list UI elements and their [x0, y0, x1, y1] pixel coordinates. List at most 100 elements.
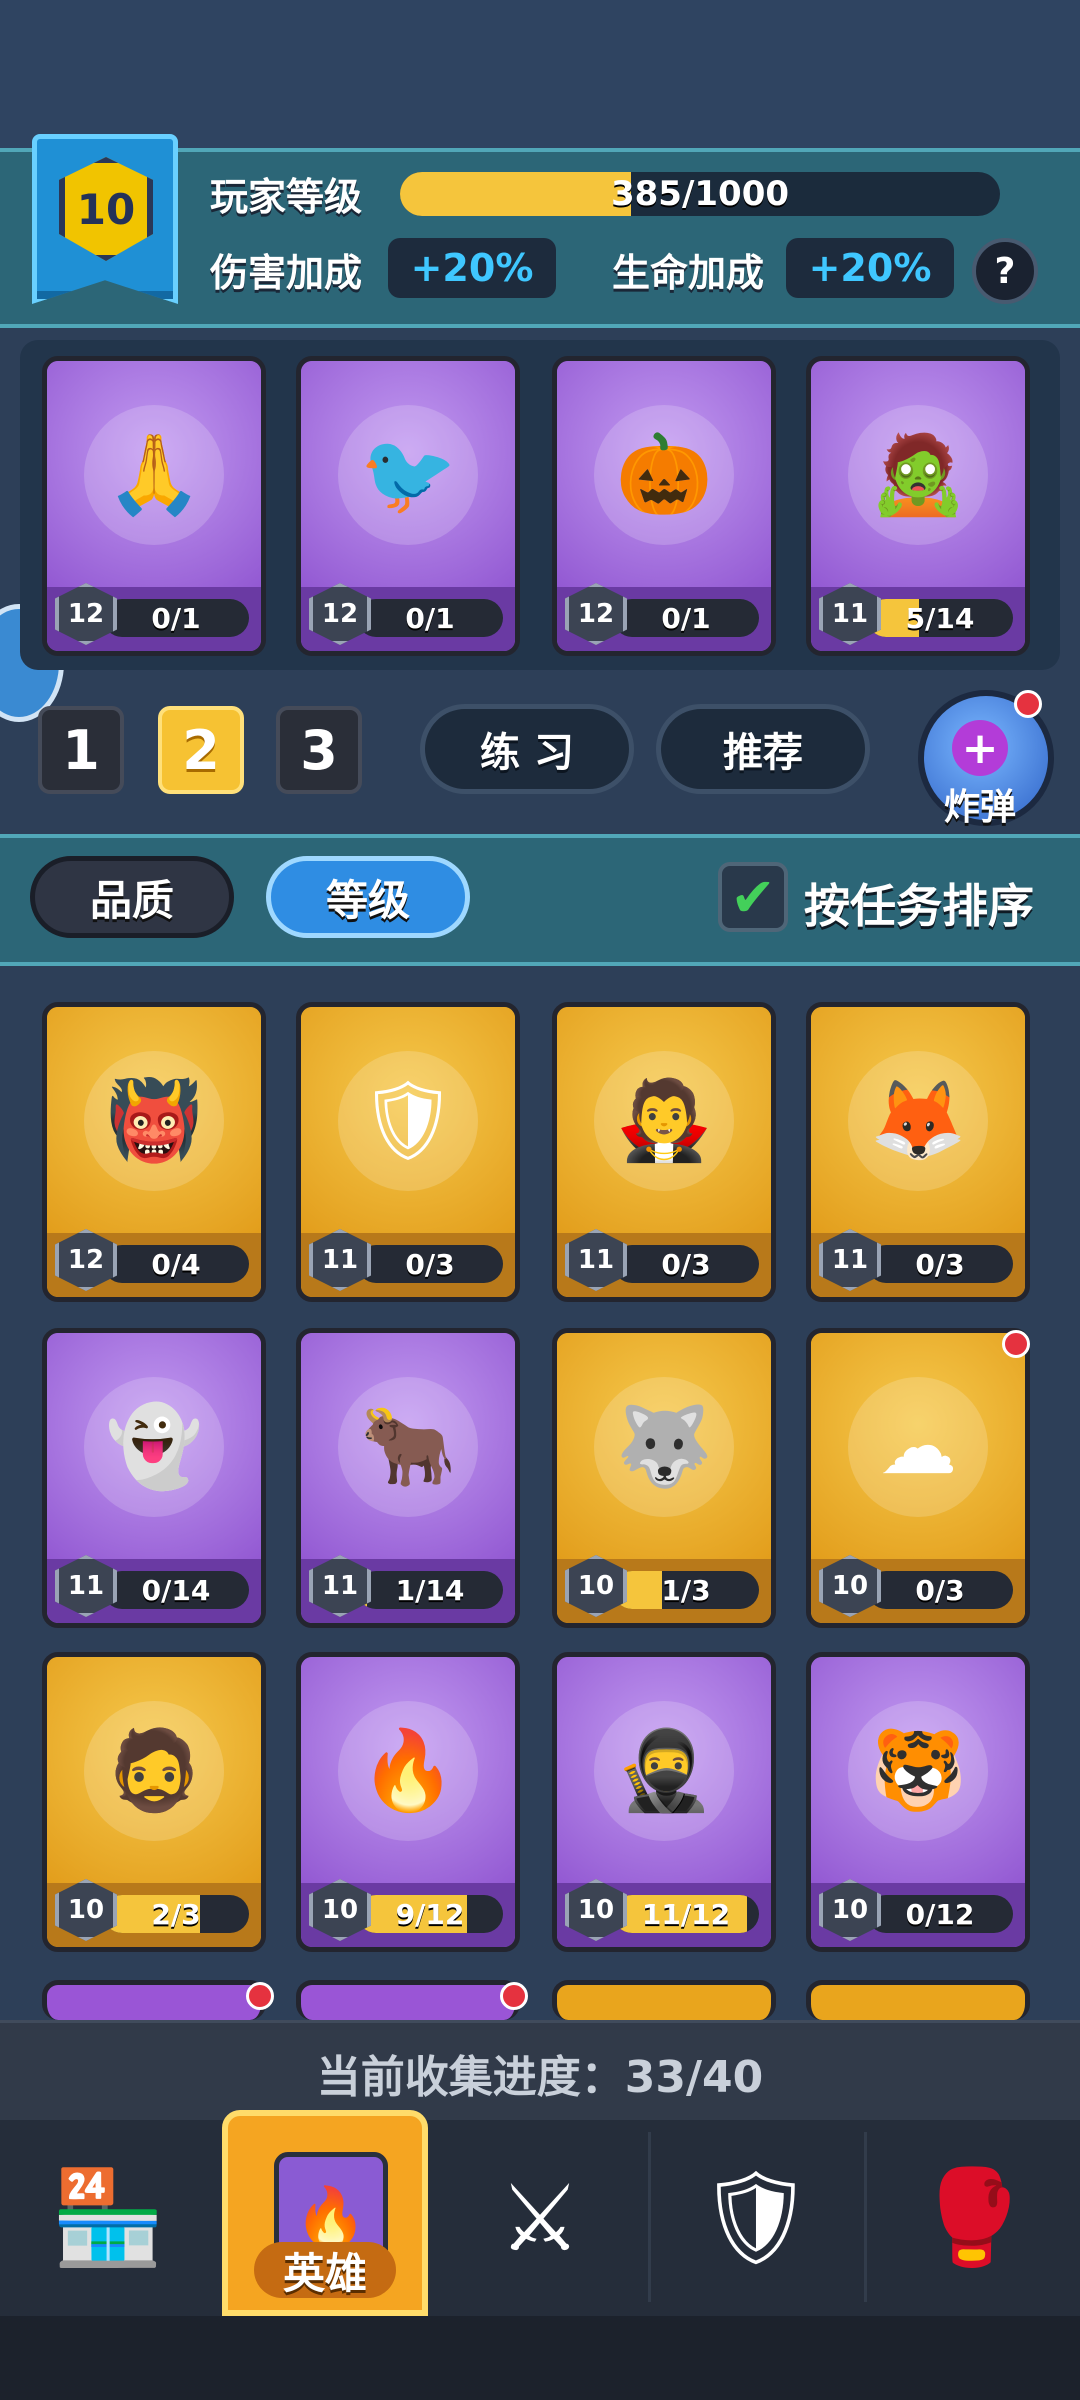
hero-shard-progress-bar: 0/1 — [613, 599, 759, 637]
hero-card-partial[interactable] — [552, 1980, 776, 2020]
hero-shard-progress-text: 0/1 — [151, 601, 201, 635]
hero-card[interactable]: 🐺 1/3 10 — [552, 1328, 776, 1628]
recommend-button[interactable]: 推荐 — [656, 704, 870, 794]
hero-portrait: 🐯 — [811, 1657, 1025, 1885]
hero-card[interactable]: 🐦 0/1 12 — [296, 356, 520, 656]
hero-portrait: ☁ — [811, 1333, 1025, 1561]
hero-shard-progress-text: 1/3 — [661, 1573, 711, 1607]
player-xp-text: 385/1000 — [610, 174, 790, 214]
hero-card[interactable]: 🐯 0/12 10 — [806, 1652, 1030, 1952]
hero-portrait-icon: 🔥 — [338, 1701, 478, 1841]
hero-shard-progress-text: 5/14 — [905, 601, 975, 635]
hero-portrait: 🧔 — [47, 1657, 261, 1885]
hero-card-footer: 0/3 11 — [811, 1229, 1025, 1297]
hero-portrait: 🐦 — [301, 361, 515, 589]
hero-card[interactable]: 👻 0/14 11 — [42, 1328, 266, 1628]
hero-portrait-icon: 🦊 — [848, 1051, 988, 1191]
shop-icon: 🏪 — [50, 2164, 166, 2271]
hero-shard-progress-text: 2/3 — [151, 1897, 201, 1931]
hero-portrait: 🛡 — [301, 1007, 515, 1235]
hero-shard-progress-text: 1/14 — [395, 1573, 465, 1607]
life-bonus-label: 生命加成 — [612, 251, 765, 295]
hero-card-footer: 0/4 12 — [47, 1229, 261, 1297]
event-tab[interactable]: 🥊 — [872, 2130, 1072, 2306]
hero-card-footer: 9/12 10 — [301, 1879, 515, 1947]
hero-card-footer: 1/14 11 — [301, 1555, 515, 1623]
hero-portrait: 👹 — [47, 1007, 261, 1235]
sort-level-button[interactable]: 等级 — [266, 856, 470, 938]
hero-portrait: 🙏 — [47, 361, 261, 589]
hero-shard-progress-bar: 0/3 — [867, 1245, 1013, 1283]
hero-shard-progress-text: 0/3 — [405, 1247, 455, 1281]
hero-shard-progress-text: 0/1 — [661, 601, 711, 635]
hero-card-footer: 0/1 12 — [557, 583, 771, 651]
hero-card[interactable]: 🧔 2/3 10 — [42, 1652, 266, 1952]
deck-tab-3[interactable]: 3 — [276, 706, 362, 794]
level-shield-icon: 10 — [59, 157, 153, 261]
bottom-navigation: 🏪 ⚔ 🛡 🥊 — [0, 2120, 1080, 2316]
notification-dot — [500, 1982, 528, 2010]
hero-portrait: 🐂 — [301, 1333, 515, 1561]
top-background — [0, 0, 1080, 150]
deck-tab-1[interactable]: 1 — [38, 706, 124, 794]
hero-card-footer: 2/3 10 — [47, 1879, 261, 1947]
collection-progress-text: 当前收集进度：33/40 — [0, 2020, 1080, 2123]
hero-portrait-icon: 🐺 — [594, 1377, 734, 1517]
hero-card-footer: 0/12 10 — [811, 1879, 1025, 1947]
hero-card[interactable]: 👹 0/4 12 — [42, 1002, 266, 1302]
hero-portrait-icon: 🧛 — [594, 1051, 734, 1191]
nav-divider — [648, 2132, 651, 2302]
plus-icon: + — [952, 720, 1008, 776]
hero-shard-progress-bar: 1/3 — [613, 1571, 759, 1609]
hero-portrait: 🎃 — [557, 361, 771, 589]
hero-shard-progress-bar: 0/3 — [867, 1571, 1013, 1609]
deck-tab-2[interactable]: 2 — [158, 706, 244, 794]
practice-button[interactable]: 练 习 — [420, 704, 634, 794]
hero-portrait-icon: 🐯 — [848, 1701, 988, 1841]
hero-card-footer: 0/3 10 — [811, 1555, 1025, 1623]
sort-by-task-label[interactable]: 按任务排序 — [804, 870, 1034, 936]
hero-card[interactable]: 🥷 11/12 10 — [552, 1652, 776, 1952]
hero-shard-progress-bar: 0/1 — [357, 599, 503, 637]
heroes-tab[interactable]: 🔥 英雄 — [222, 2110, 428, 2316]
hero-card-partial[interactable] — [42, 1980, 266, 2020]
hero-card[interactable]: 🎃 0/1 12 — [552, 356, 776, 656]
bomb-label: 炸弹 — [943, 787, 1016, 828]
player-xp-bar: 385/1000 — [400, 172, 1000, 216]
hero-card[interactable]: ☁ 0/3 10 — [806, 1328, 1030, 1628]
guild-tab[interactable]: 🛡 — [656, 2130, 856, 2306]
hero-card-footer: 0/14 11 — [47, 1555, 261, 1623]
hero-shard-progress-bar: 9/12 — [357, 1895, 503, 1933]
hero-portrait: 🔥 — [301, 1657, 515, 1885]
hero-portrait-icon: 🐦 — [338, 405, 478, 545]
sort-quality-button[interactable]: 品质 — [30, 856, 234, 938]
hero-card[interactable]: 🛡 0/3 11 — [296, 1002, 520, 1302]
hero-portrait-icon: 🎃 — [594, 405, 734, 545]
life-bonus-value: +20% — [786, 238, 954, 298]
hero-portrait: 🧛 — [557, 1007, 771, 1235]
hero-card[interactable]: 🧟 5/14 11 — [806, 356, 1030, 656]
hero-card[interactable]: 🔥 9/12 10 — [296, 1652, 520, 1952]
hero-shard-progress-text: 0/3 — [915, 1573, 965, 1607]
hero-card[interactable]: 🦊 0/3 11 — [806, 1002, 1030, 1302]
hero-card-partial[interactable] — [806, 1980, 1030, 2020]
hero-shard-progress-text: 11/12 — [641, 1897, 731, 1931]
hero-shard-progress-bar: 0/14 — [103, 1571, 249, 1609]
hero-shard-progress-text: 9/12 — [395, 1897, 465, 1931]
player-level-number: 10 — [76, 184, 136, 234]
hero-card-footer: 11/12 10 — [557, 1879, 771, 1947]
hero-shard-progress-text: 0/3 — [661, 1247, 711, 1281]
sort-by-task-checkbox[interactable]: ✔ — [718, 862, 788, 932]
hero-card[interactable]: 🧛 0/3 11 — [552, 1002, 776, 1302]
hero-shard-progress-bar: 2/3 — [103, 1895, 249, 1933]
battle-tab[interactable]: ⚔ — [440, 2130, 640, 2306]
hero-portrait: 🐺 — [557, 1333, 771, 1561]
shop-tab[interactable]: 🏪 — [8, 2130, 208, 2306]
hero-card[interactable]: 🐂 1/14 11 — [296, 1328, 520, 1628]
hero-card[interactable]: 🙏 0/1 12 — [42, 356, 266, 656]
player-level-label: 玩家等级 — [210, 175, 363, 219]
player-level-badge[interactable]: 10 — [32, 134, 178, 304]
hero-card-partial[interactable] — [296, 1980, 520, 2020]
checkmark-icon: ✔ — [730, 865, 776, 929]
help-button[interactable]: ? — [972, 238, 1038, 304]
